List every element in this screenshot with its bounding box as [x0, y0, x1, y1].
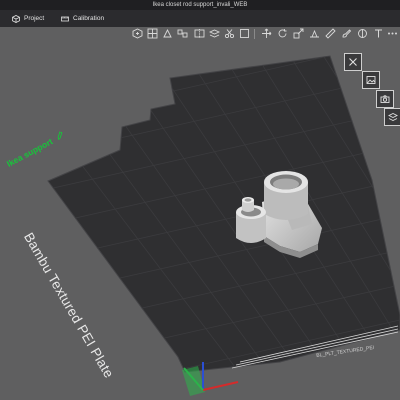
split-icon[interactable] [193, 27, 206, 40]
image-view-icon[interactable] [362, 71, 380, 89]
rotate-icon[interactable] [276, 27, 289, 40]
scale-icon[interactable] [292, 27, 305, 40]
toolbar-separator [254, 29, 255, 39]
arrange-icon[interactable] [176, 27, 189, 40]
camera-icon[interactable] [376, 90, 394, 108]
tab-bar: Project Calibration [0, 10, 400, 28]
cut-icon[interactable] [223, 27, 236, 40]
text-icon[interactable] [372, 27, 385, 40]
tab-project-label: Project [24, 15, 45, 22]
tab-calibration-label: Calibration [73, 15, 105, 22]
layers-icon[interactable] [208, 27, 221, 40]
3d-viewport[interactable] [0, 27, 400, 400]
seam-icon[interactable] [356, 27, 369, 40]
more-icon[interactable] [386, 27, 399, 40]
window-title: Ikea closet rod support_invali_WEB [152, 2, 248, 8]
tab-project[interactable]: Project [12, 10, 44, 27]
orient-icon[interactable] [161, 27, 174, 40]
toolbar-extra-icon[interactable] [238, 27, 251, 40]
close-view-icon[interactable] [344, 53, 362, 71]
build-plate-scene [47, 55, 400, 396]
cube-icon [12, 14, 20, 23]
add-object-icon[interactable] [131, 27, 144, 40]
grid-layout-icon[interactable] [146, 27, 159, 40]
paint-icon[interactable] [340, 27, 353, 40]
place-on-face-icon[interactable] [308, 27, 321, 40]
title-bar: Ikea closet rod support_invali_WEB [0, 0, 400, 10]
tab-calibration[interactable]: Calibration [61, 10, 104, 27]
move-icon[interactable] [260, 27, 273, 40]
layers-view-icon[interactable] [384, 108, 400, 126]
measure-icon[interactable] [324, 27, 337, 40]
ruler-icon [61, 16, 69, 21]
